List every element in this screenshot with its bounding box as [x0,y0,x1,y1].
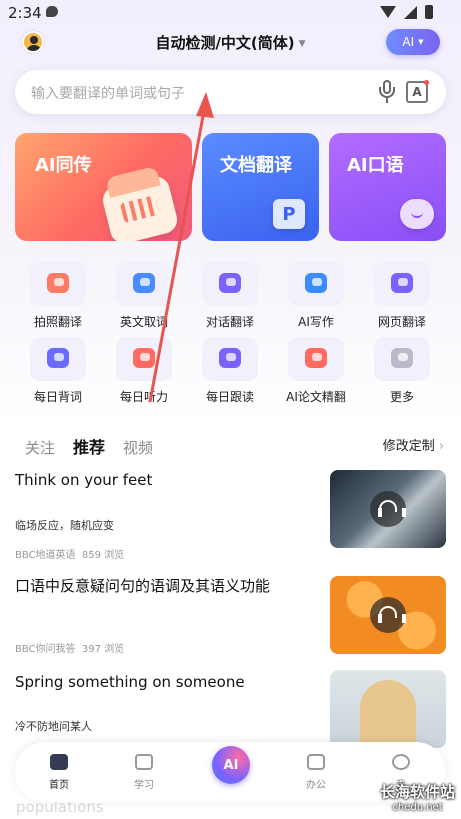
chevron-right-icon: › [438,439,444,454]
feed-item-subtitle: 临场反应，随机应变 [15,519,114,532]
headphones-icon [370,491,406,527]
tool-label: AI写作 [298,315,334,329]
webpage-icon [374,262,430,306]
user-icon [392,754,410,770]
search-placeholder: 输入要翻译的单词或句子 [31,86,185,102]
signal-icon [404,5,417,19]
tool-more[interactable]: 更多 [359,337,445,405]
status-time: 2:34 [8,4,42,22]
tool-label: 更多 [389,390,414,404]
radio-icon [116,337,172,381]
tool-web-translate[interactable]: 网页翻译 [359,262,445,330]
tool-label: 拍照翻译 [33,315,82,329]
ai-interpretation-card[interactable]: AI同传 [15,133,192,241]
status-bar: 2:34 [0,0,461,26]
word-pick-icon [116,262,172,306]
nav-ai-label: AI [223,757,239,773]
search-input[interactable]: 输入要翻译的单词或句子 A [15,70,446,114]
feed-item-title: 口语中反意疑问句的语调及其语义功能 [15,577,271,595]
tool-dialog-translate[interactable]: 对话翻译 [187,262,273,330]
nav-label: 学习 [134,780,154,791]
ai-button-label: AI [402,35,415,49]
chevron-down-icon: ▼ [298,38,306,49]
chevron-down-icon: ▼ [418,38,424,46]
tool-photo-translate[interactable]: 拍照翻译 [15,262,101,330]
tool-ai-writing[interactable]: AI写作 [273,262,359,330]
tool-label: 英文取词 [119,315,168,329]
feed-thumbnail [330,576,446,654]
nav-office[interactable]: 办公 [286,754,346,791]
flashcard-icon [30,337,86,381]
ai-speaking-card[interactable]: AI口语 [329,133,446,241]
interpretation-device-icon [99,173,181,241]
card-title: AI口语 [347,155,404,176]
card-title: 文档翻译 [220,155,292,176]
feed-item[interactable]: 口语中反意疑问句的语调及其语义功能 BBC你问我答 397 浏览 [15,576,446,656]
feed-item-subtitle: 冷不防地问某人 [15,720,92,733]
nav-label: 首页 [49,780,69,791]
status-icons [380,5,433,19]
nav-home[interactable]: 首页 [29,754,89,791]
tool-label: 每日听力 [119,390,168,404]
document-translation-card[interactable]: 文档翻译 P [202,133,319,241]
tool-daily-words[interactable]: 每日背词 [15,337,101,405]
feed-tabs: 关注 推荐 视频 [25,434,153,458]
ai-button[interactable]: AI ▼ [386,29,440,55]
nav-label: 办公 [306,780,326,791]
camera-translate-icon [30,262,86,306]
briefcase-icon [307,754,325,770]
tool-label: AI论文精翻 [286,390,346,404]
tool-word-pick[interactable]: 英文取词 [101,262,187,330]
tab-recommend[interactable]: 推荐 [73,434,105,458]
nav-ai-button[interactable]: AI [212,746,250,784]
tool-daily-shadowing[interactable]: 每日跟读 [187,337,273,405]
tool-label: 每日背词 [33,390,82,404]
more-dots-icon [374,337,430,381]
microphone-icon[interactable] [379,80,395,104]
feed-item[interactable]: Spring something on someone 冷不防地问某人 [15,670,446,748]
feed-item-source: BBC地道英语 [15,550,76,561]
tab-video[interactable]: 视频 [123,437,153,458]
tool-label: 对话翻译 [205,315,254,329]
tool-label: 网页翻译 [377,315,426,329]
wifi-icon [380,6,396,18]
tool-daily-listening[interactable]: 每日听力 [101,337,187,405]
message-notification-icon [46,6,58,17]
customize-link[interactable]: 修改定制 › [383,435,444,454]
writing-icon [288,262,344,306]
nav-study[interactable]: 学习 [114,754,174,791]
microphone-icon [202,337,258,381]
headphones-icon [370,597,406,633]
feed-item-meta: BBC你问我答 397 浏览 [15,640,124,655]
watermark: 长海软件站 chedu.net [380,781,455,813]
dialog-icon [202,262,258,306]
feed-item-views: 397 浏览 [81,644,125,655]
document-icon: P [273,199,305,229]
language-label: 自动检测/中文(简体) [155,34,295,52]
image-text-scan-icon[interactable]: A [406,80,429,103]
book-icon [135,754,153,770]
graduation-cap-icon [288,337,344,381]
feed-item[interactable]: Think on your feet 临场反应，随机应变 BBC地道英语 859… [15,470,446,562]
tab-follow[interactable]: 关注 [25,437,55,458]
chat-bubble-icon [400,199,434,229]
watermark-line2: chedu.net [392,802,443,813]
watermark-line1: 长海软件站 [379,783,455,801]
home-icon [50,754,68,770]
battery-icon [425,5,433,19]
feed-thumbnail [330,470,446,548]
card-title: AI同传 [35,155,92,176]
tool-label: 每日跟读 [205,390,254,404]
feed-item-meta: BBC地道英语 859 浏览 [15,546,124,561]
feed-thumbnail [330,670,446,748]
feed-item-source: BBC你问我答 [15,644,76,655]
feed-item-views: 859 浏览 [81,550,125,561]
tool-ai-paper-translate[interactable]: AI论文精翻 [273,337,359,405]
customize-label: 修改定制 [382,439,435,454]
